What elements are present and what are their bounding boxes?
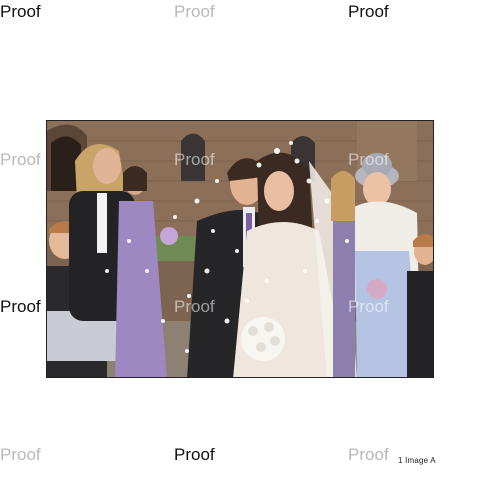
watermark-middle-left: Proof <box>0 150 41 169</box>
watermark-lower-left: Proof <box>0 297 41 316</box>
watermark-top-right: Proof <box>348 2 389 21</box>
image-caption: 1 Image A <box>398 456 436 465</box>
watermark-lower-center: Proof <box>174 297 215 316</box>
watermark-middle-center: Proof <box>174 150 215 169</box>
watermark-top-center: Proof <box>174 2 215 21</box>
watermark-bottom-left: Proof <box>0 445 41 464</box>
watermark-top-left: Proof <box>0 2 41 21</box>
watermark-bottom-right: Proof <box>348 445 389 464</box>
watermark-lower-right: Proof <box>348 297 389 316</box>
watermark-bottom-center: Proof <box>174 445 215 464</box>
watermark-middle-right: Proof <box>348 150 389 169</box>
